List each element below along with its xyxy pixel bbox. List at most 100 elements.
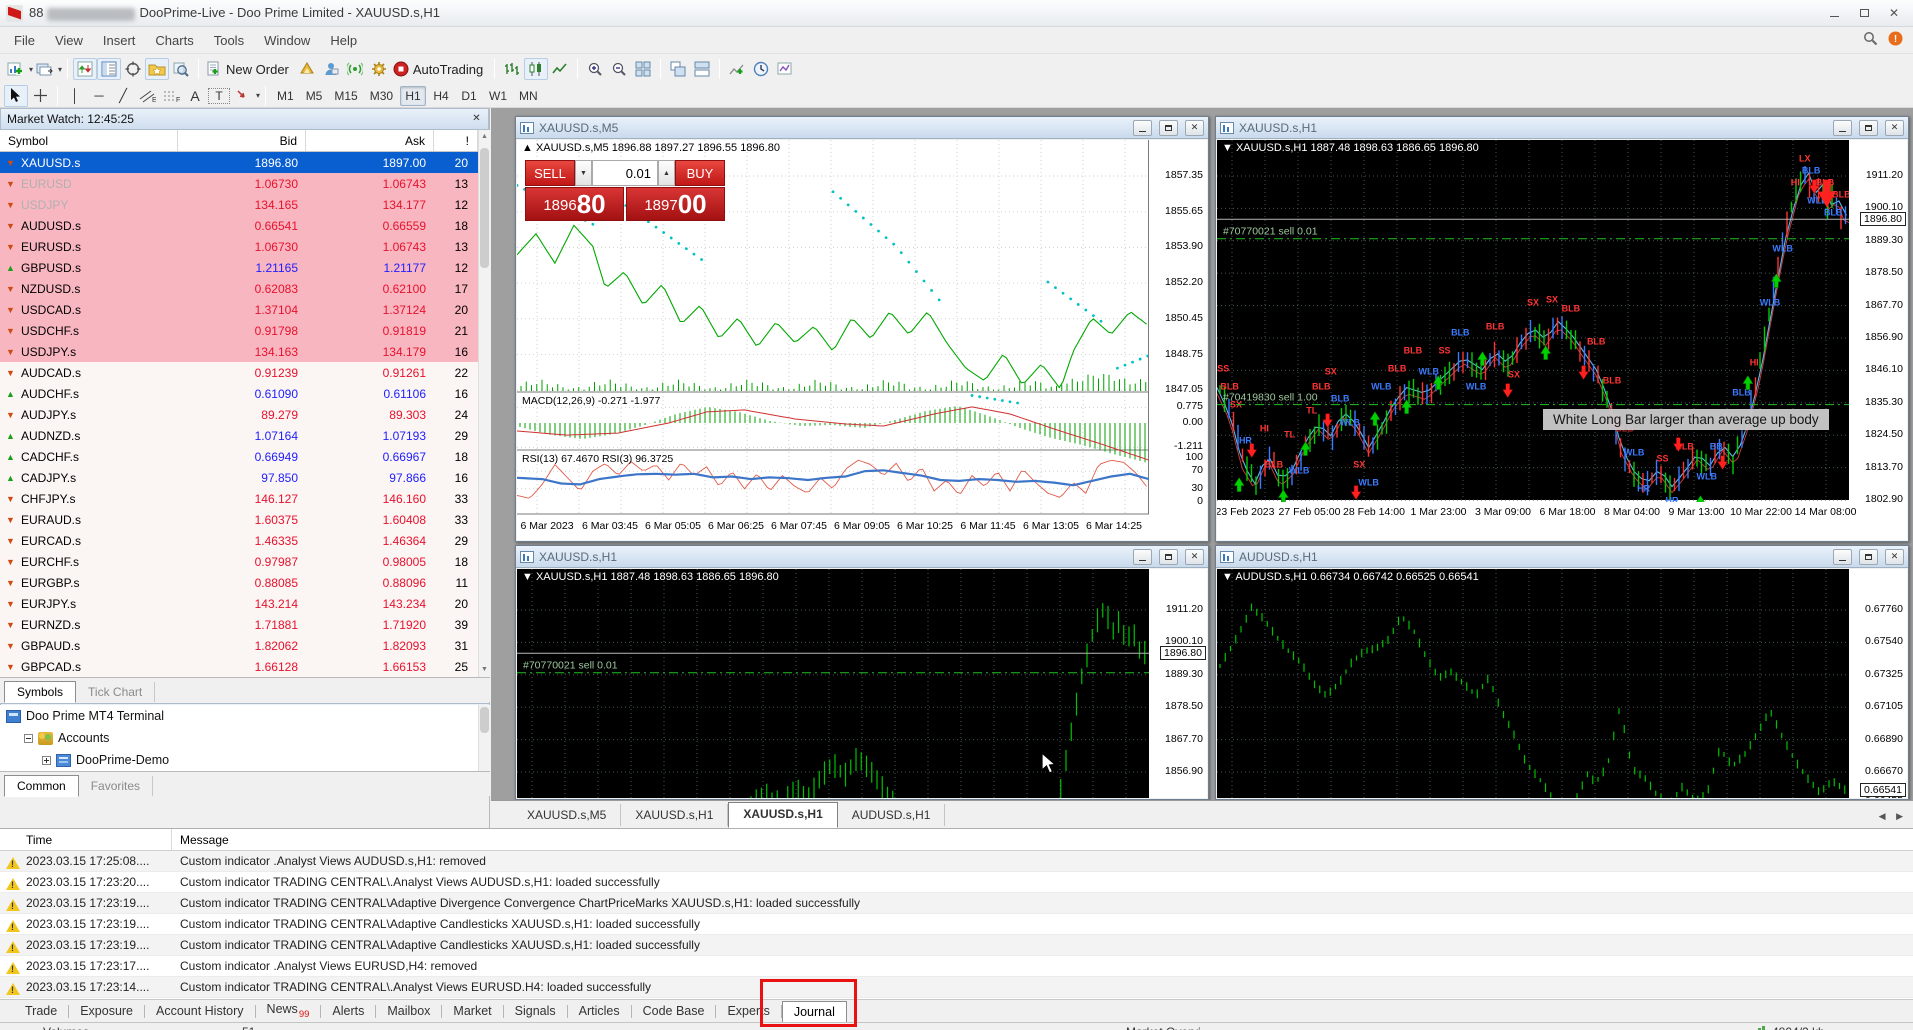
tile-windows-icon[interactable] — [631, 58, 655, 80]
timeframe-h4[interactable]: H4 — [428, 86, 454, 106]
cascade-windows-icon[interactable] — [666, 58, 690, 80]
market-watch-row-audchf.s[interactable]: ▲AUDCHF.s0.610900.6110616 — [0, 383, 478, 404]
navigator-toggle-icon[interactable] — [121, 58, 145, 80]
timeframe-w1[interactable]: W1 — [484, 86, 512, 106]
volume-decrease-button[interactable]: ▼ — [575, 160, 592, 186]
buy-price[interactable]: 189700 — [626, 187, 725, 221]
chart-tab-1[interactable]: XAUUSD.s,H1 — [621, 804, 728, 826]
tab-trade[interactable]: Trade — [14, 1001, 68, 1021]
zoom-out-icon[interactable] — [607, 58, 631, 80]
tab-articles[interactable]: Articles — [568, 1001, 631, 1021]
market-watch-row-xauusd.s[interactable]: ▼XAUUSD.s1896.801897.0020 — [0, 152, 478, 173]
market-watch-row-usdcad.s[interactable]: ▼USDCAD.s1.371041.3712420 — [0, 299, 478, 320]
terminal-toggle-icon[interactable] — [145, 58, 169, 80]
chart-minimize-button[interactable] — [1833, 549, 1852, 565]
maximize-button[interactable] — [1849, 3, 1879, 23]
arrows-tool-dropdown[interactable]: ▾ — [256, 91, 260, 100]
market-watch-header[interactable]: Market Watch: 12:45:25 ✕ — [0, 108, 489, 130]
signals-icon[interactable] — [343, 58, 367, 80]
fibonacci-tool-icon[interactable]: F — [159, 85, 183, 107]
tab-account-history[interactable]: Account History — [145, 1001, 255, 1021]
templates-icon[interactable] — [773, 58, 797, 80]
text-tool-icon[interactable]: A — [183, 85, 207, 107]
sell-price[interactable]: 189680 — [525, 187, 624, 221]
market-watch-toggle-icon[interactable] — [73, 58, 97, 80]
journal-row[interactable]: 2023.03.15 17:23:14....Custom indicator … — [0, 977, 1913, 998]
data-window-toggle-icon[interactable] — [97, 58, 121, 80]
market-watch-row-nzdusd.s[interactable]: ▼NZDUSD.s0.620830.6210017 — [0, 278, 478, 299]
tab-experts[interactable]: Experts — [716, 1001, 780, 1021]
market-watch-row-eurnzd.s[interactable]: ▼EURNZD.s1.718811.7192039 — [0, 614, 478, 635]
tab-exposure[interactable]: Exposure — [69, 1001, 144, 1021]
periods-icon[interactable] — [749, 58, 773, 80]
timeframe-m30[interactable]: M30 — [365, 86, 398, 106]
candlestick-mode-icon[interactable] — [524, 58, 548, 80]
menu-item-tools[interactable]: Tools — [204, 29, 254, 52]
timeframe-h1[interactable]: H1 — [400, 86, 426, 106]
market-watch-row-eurcad.s[interactable]: ▼EURCAD.s1.463351.4636429 — [0, 530, 478, 551]
market-watch-row-gbpaud.s[interactable]: ▼GBPAUD.s1.820621.8209331 — [0, 635, 478, 656]
chart-close-button[interactable]: ✕ — [1885, 549, 1904, 565]
volume-input[interactable]: 0.01 — [592, 160, 658, 186]
journal-row[interactable]: 2023.03.15 17:23:17....Custom indicator … — [0, 956, 1913, 977]
market-watch-close-icon[interactable]: ✕ — [469, 112, 484, 127]
chart-audusd-canvas[interactable]: ▼ AUDUSD.s,H1 0.66734 0.66742 0.66525 0.… — [1217, 569, 1907, 798]
profiles-dropdown[interactable]: ▾ — [58, 65, 62, 74]
chart-window-titlebar[interactable]: XAUUSD.s,H1 ✕ — [1216, 117, 1908, 139]
indicators-icon[interactable] — [725, 58, 749, 80]
market-watch-row-audusd.s[interactable]: ▼AUDUSD.s0.665410.6655918 — [0, 215, 478, 236]
journal-column-headers[interactable]: Time Message — [0, 829, 1913, 851]
chart-restore-button[interactable] — [1159, 120, 1178, 136]
chart-tab-0[interactable]: XAUUSD.s,M5 — [513, 804, 621, 826]
timeframe-m5[interactable]: M5 — [301, 86, 328, 106]
chart-minimize-button[interactable] — [1833, 120, 1852, 136]
arrows-tool-icon[interactable] — [231, 85, 255, 107]
trendline-tool-icon[interactable]: ╱ — [111, 85, 135, 107]
market-watch-row-cadchf.s[interactable]: ▲CADCHF.s0.669490.6696718 — [0, 446, 478, 467]
menu-item-view[interactable]: View — [45, 29, 93, 52]
navigator-item-accounts[interactable]: Accounts — [0, 727, 478, 749]
minimize-button[interactable] — [1819, 3, 1849, 23]
navigator-scrollbar[interactable] — [478, 705, 490, 771]
profiles-icon[interactable] — [33, 58, 57, 80]
market-watch-row-eurusd[interactable]: ▼EURUSD1.067301.0674313 — [0, 173, 478, 194]
chart-restore-button[interactable] — [1859, 549, 1878, 565]
journal-row[interactable]: 2023.03.15 17:23:19....Custom indicator … — [0, 914, 1913, 935]
tab-favorites[interactable]: Favorites — [79, 776, 153, 796]
market-watch-row-gbpusd.s[interactable]: ▲GBPUSD.s1.211651.2117712 — [0, 257, 478, 278]
navigator-tree[interactable]: Doo Prime MT4 TerminalAccountsDooPrime-D… — [0, 705, 478, 771]
community-icon[interactable] — [319, 58, 343, 80]
chart-restore-button[interactable] — [1159, 549, 1178, 565]
market-watch-row-chfjpy.s[interactable]: ▼CHFJPY.s146.127146.16033 — [0, 488, 478, 509]
menu-item-window[interactable]: Window — [254, 29, 320, 52]
tab-scroll-arrows[interactable]: ◀ ▶ — [1879, 811, 1907, 822]
tab-journal[interactable]: Journal — [782, 1001, 847, 1022]
market-watch-row-usdchf.s[interactable]: ▼USDCHF.s0.917980.9181921 — [0, 320, 478, 341]
timeframe-d1[interactable]: D1 — [456, 86, 482, 106]
new-chart-icon[interactable] — [4, 58, 28, 80]
tab-code-base[interactable]: Code Base — [632, 1001, 716, 1021]
tab-mailbox[interactable]: Mailbox — [376, 1001, 441, 1021]
text-label-tool-icon[interactable]: T — [207, 85, 231, 107]
menu-item-file[interactable]: File — [4, 29, 45, 52]
chart-window-titlebar[interactable]: XAUUSD.s,M5 ✕ — [516, 117, 1208, 139]
navigator-item-dooprime-demo[interactable]: DooPrime-Demo — [0, 749, 478, 771]
market-watch-row-eurchf.s[interactable]: ▼EURCHF.s0.979870.9800518 — [0, 551, 478, 572]
tab-news[interactable]: News99 — [256, 999, 321, 1023]
chart-minimize-button[interactable] — [1133, 549, 1152, 565]
timeframe-m1[interactable]: M1 — [272, 86, 299, 106]
menu-item-insert[interactable]: Insert — [93, 29, 146, 52]
journal-row[interactable]: 2023.03.15 17:23:19....Custom indicator … — [0, 893, 1913, 914]
market-watch-scrollbar[interactable]: ▲▼ — [478, 130, 490, 677]
market-watch-table[interactable]: ▼XAUUSD.s1896.801897.0020▼EURUSD1.067301… — [0, 152, 478, 677]
market-watch-row-usdjpy.s[interactable]: ▼USDJPY.s134.163134.17916 — [0, 341, 478, 362]
chart-restore-button[interactable] — [1859, 120, 1878, 136]
tab-alerts[interactable]: Alerts — [321, 1001, 375, 1021]
market-watch-row-usdjpy[interactable]: ▼USDJPY134.165134.17712 — [0, 194, 478, 215]
notification-icon[interactable]: ! — [1888, 31, 1903, 49]
new-order-button[interactable]: New Order — [204, 58, 295, 80]
chart-close-button[interactable]: ✕ — [1185, 549, 1204, 565]
market-watch-row-eurgbp.s[interactable]: ▼EURGBP.s0.880850.8809611 — [0, 572, 478, 593]
navigator-item-doo-prime-mt4-terminal[interactable]: Doo Prime MT4 Terminal — [0, 705, 478, 727]
timeframe-mn[interactable]: MN — [514, 86, 543, 106]
